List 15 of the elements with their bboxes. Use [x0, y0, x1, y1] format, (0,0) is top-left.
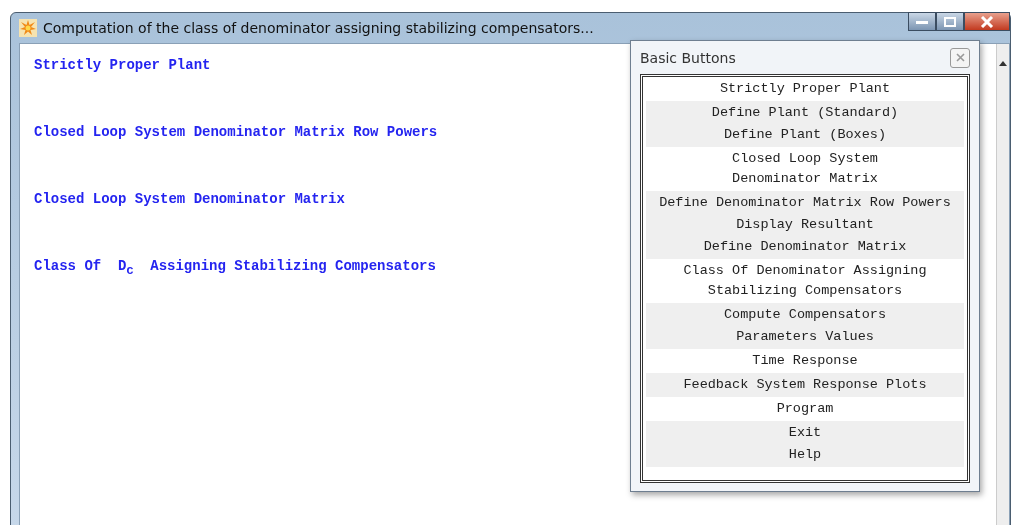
notebook-link[interactable]: Strictly Proper Plant: [34, 56, 211, 75]
maximize-icon: [944, 16, 956, 27]
palette-title: Basic Buttons: [640, 49, 736, 66]
notebook-link[interactable]: Closed Loop System Denominator Matrix Row Powers: [34, 123, 438, 142]
close-button[interactable]: [964, 12, 1010, 31]
maximize-button[interactable]: [936, 12, 964, 31]
scroll-up-icon[interactable]: [999, 61, 1007, 66]
window-title: Computation of the class of denominator assigning stabilizing compensators...: [43, 20, 594, 36]
close-icon: [980, 15, 994, 28]
close-icon: [955, 53, 965, 62]
minimize-button[interactable]: [908, 12, 936, 31]
scrollbar[interactable]: [996, 44, 1009, 525]
notebook-link[interactable]: Closed Loop System Denominator Matrix: [34, 190, 345, 209]
starburst-icon: [19, 19, 37, 37]
notebook-link[interactable]: Class Of D$_{C}$ Assigning Stabilizing Compensators: [34, 257, 436, 281]
